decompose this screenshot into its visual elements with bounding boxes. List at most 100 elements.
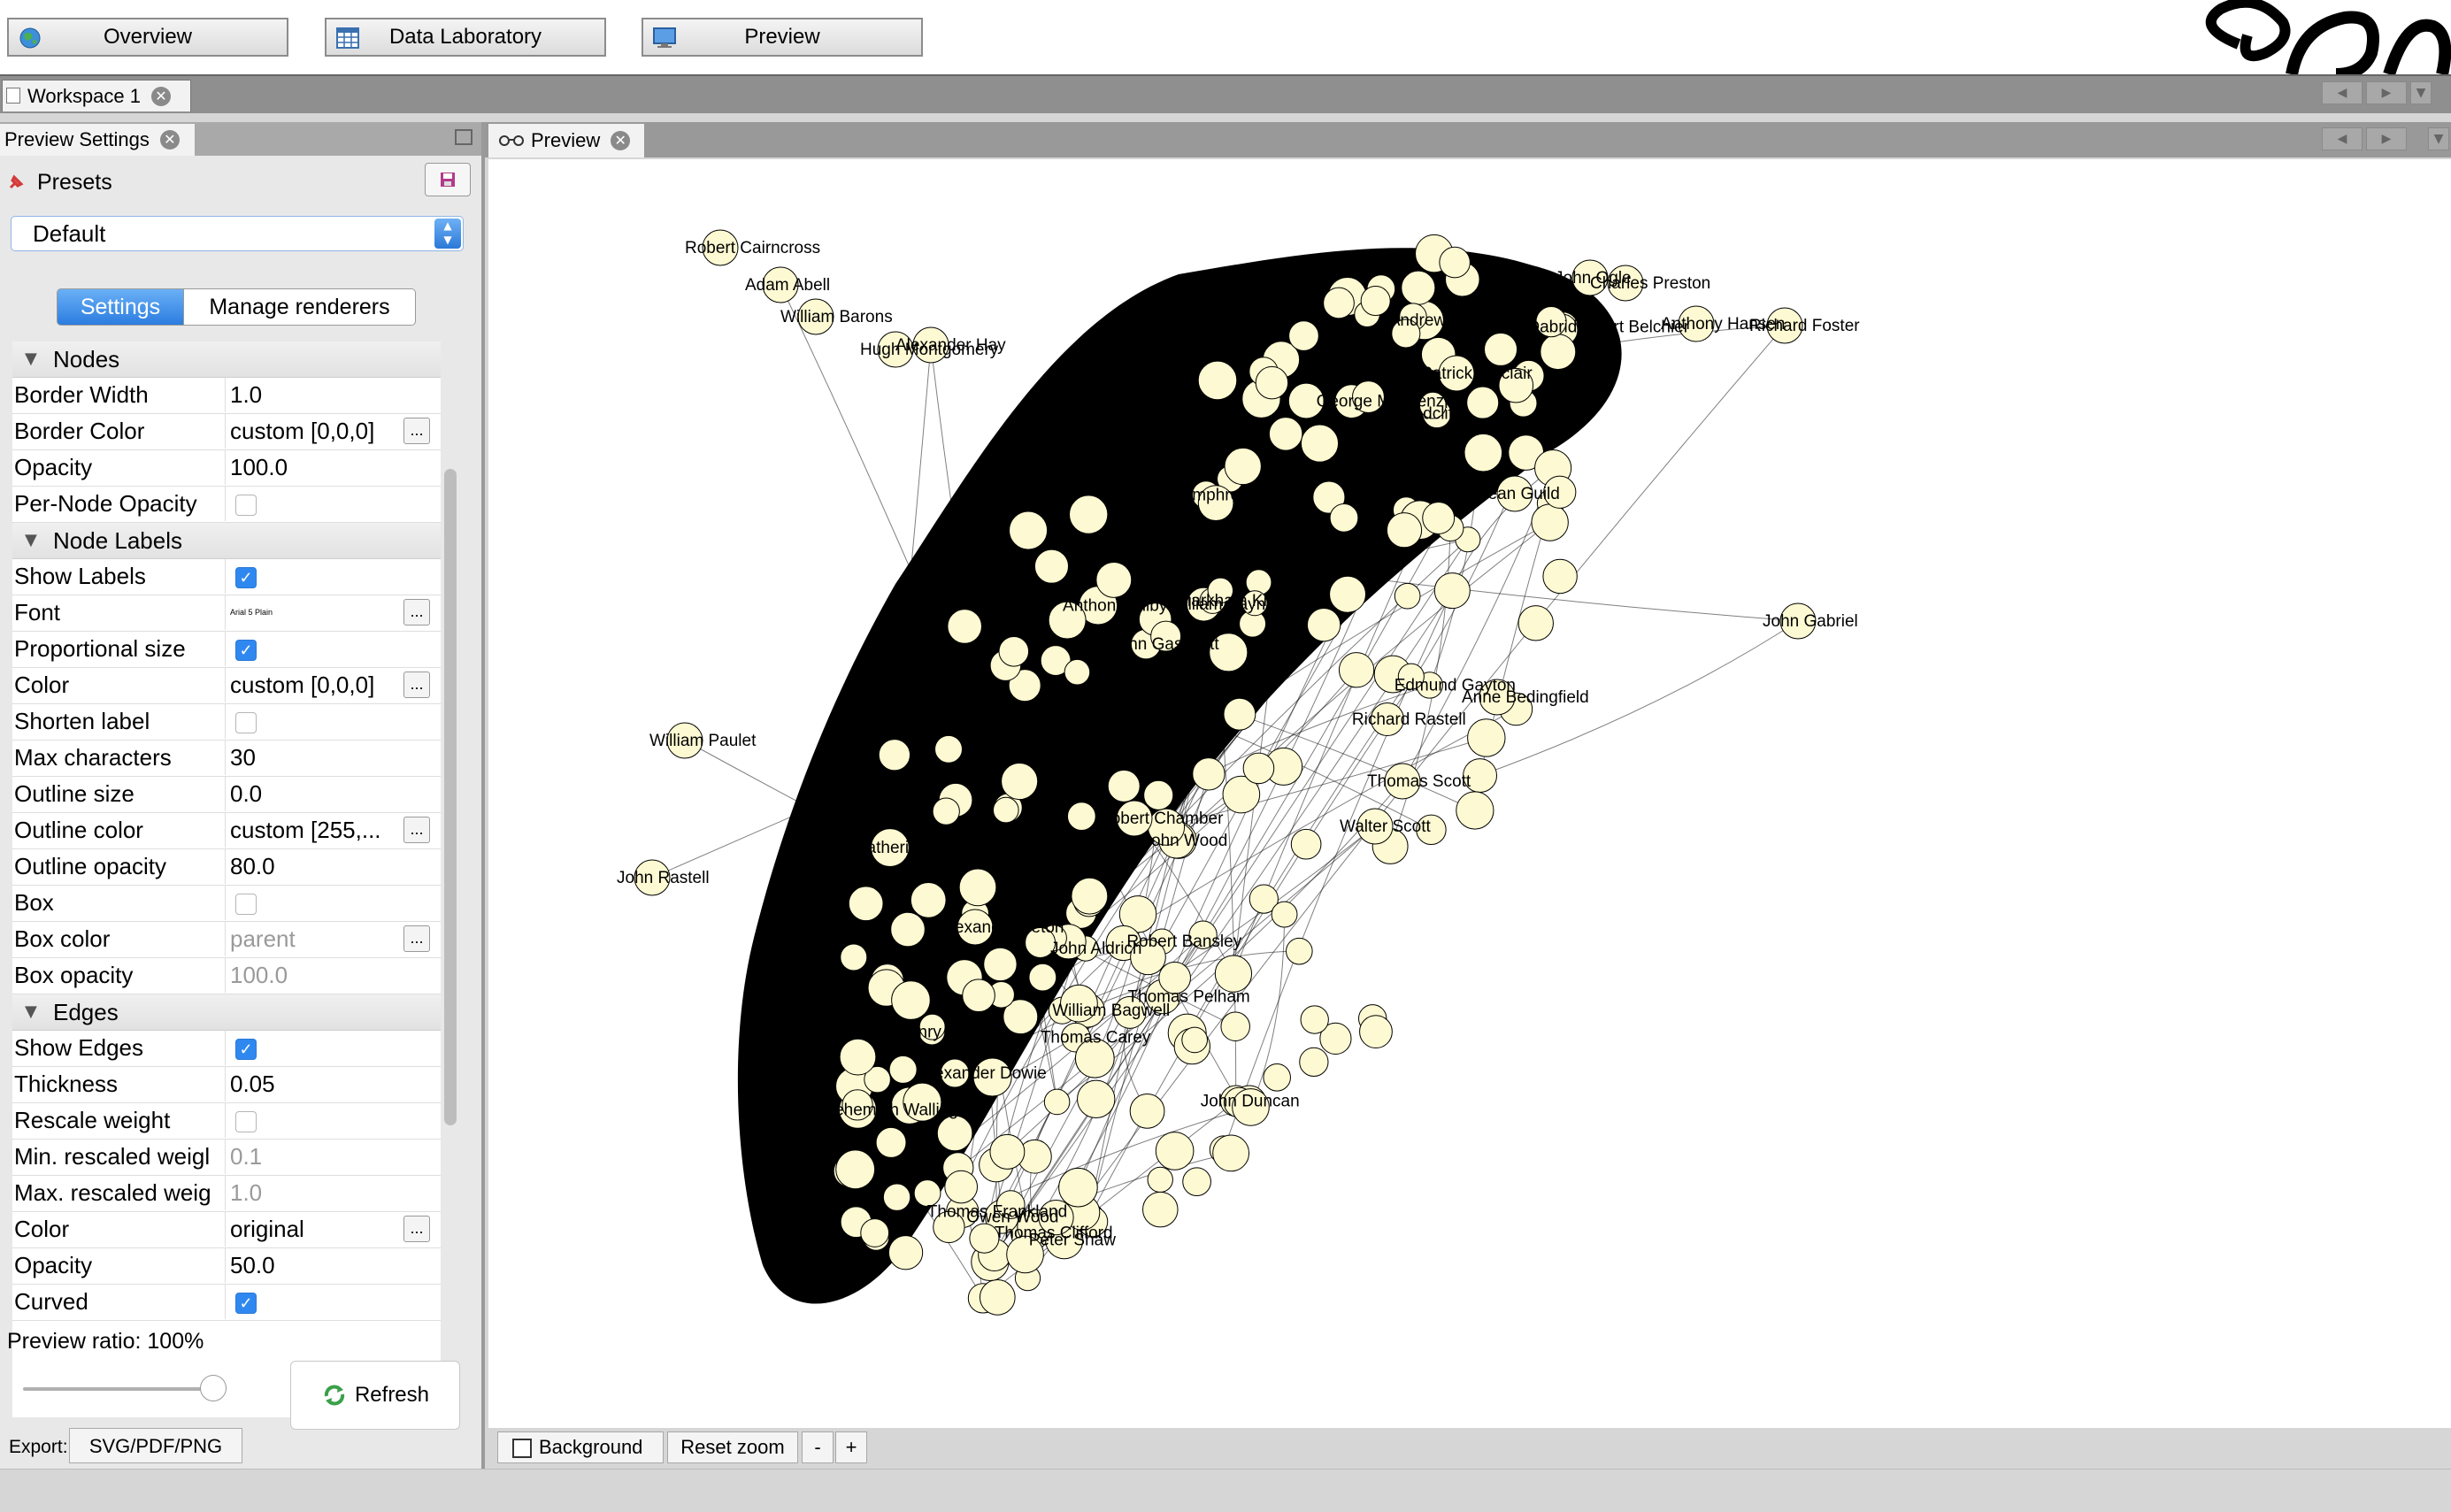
minimize-icon[interactable] — [455, 129, 473, 145]
graph-node[interactable] — [882, 1183, 911, 1211]
graph-node[interactable] — [1484, 332, 1518, 366]
collapse-triangle-icon[interactable]: ▼ — [25, 994, 37, 1030]
graph-node[interactable] — [888, 1055, 918, 1084]
prop-value-input[interactable]: custom [0,0,0] — [230, 668, 416, 702]
graph-node[interactable] — [1095, 561, 1133, 598]
prop-value-input[interactable]: 1.0 — [230, 378, 416, 412]
ellipsis-button[interactable]: ... — [403, 1216, 430, 1242]
graph-node[interactable] — [1306, 608, 1341, 642]
prop-value-input[interactable]: 0.05 — [230, 1067, 416, 1101]
graph-node[interactable] — [1286, 937, 1313, 965]
graph-node[interactable] — [839, 1038, 877, 1076]
dropdown-icon[interactable]: ▼ — [2428, 127, 2449, 150]
graph-node[interactable] — [1263, 1063, 1291, 1092]
graph-node[interactable] — [910, 881, 947, 918]
graph-node[interactable] — [1069, 495, 1109, 534]
tab-manage-renderers[interactable]: Manage renderers — [184, 288, 416, 326]
reset-zoom-button[interactable]: Reset zoom — [667, 1431, 798, 1463]
graph-node[interactable] — [1323, 287, 1355, 319]
ellipsis-button[interactable]: ... — [403, 599, 430, 626]
graph-node[interactable] — [1192, 757, 1226, 791]
scroll-left-icon[interactable]: ◀ — [2322, 127, 2363, 150]
graph-node[interactable] — [1433, 572, 1471, 610]
graph-node[interactable] — [1028, 963, 1057, 992]
prop-value-input[interactable]: 0.0 — [230, 777, 416, 811]
graph-node[interactable] — [1540, 334, 1577, 371]
section-node-labels[interactable]: ▼ Node Labels — [12, 523, 441, 559]
preview-tab[interactable]: Preview ✕ — [488, 124, 644, 157]
show-edges-checkbox[interactable]: ✓ — [235, 1039, 257, 1060]
graph-node[interactable] — [1142, 1191, 1179, 1228]
preview-canvas[interactable]: Robert Cairncross Adam Abell William Baron… — [488, 159, 2451, 1428]
collapse-triangle-icon[interactable]: ▼ — [25, 523, 37, 558]
zoom-in-button[interactable]: + — [835, 1431, 867, 1463]
graph-node[interactable] — [1143, 779, 1174, 810]
graph-node[interactable] — [1009, 510, 1049, 550]
graph-node[interactable] — [1531, 503, 1569, 541]
graph-node[interactable] — [1268, 417, 1303, 451]
graph-node[interactable] — [1129, 1093, 1165, 1129]
graph-node[interactable] — [1467, 718, 1506, 757]
graph-node[interactable] — [1288, 320, 1319, 351]
graph-node[interactable] — [992, 796, 1019, 824]
ellipsis-button[interactable]: ... — [403, 418, 430, 444]
rescale-weight-checkbox[interactable] — [235, 1111, 257, 1132]
graph-node[interactable] — [1422, 502, 1456, 534]
graph-node[interactable] — [1064, 658, 1091, 686]
property-sheet-scrollbar[interactable] — [444, 469, 457, 1125]
graph-node[interactable] — [1214, 955, 1253, 993]
graph-node[interactable] — [1077, 1079, 1116, 1119]
graph-node[interactable] — [1182, 1167, 1211, 1197]
graph-node[interactable] — [1359, 1015, 1393, 1049]
prop-value-input[interactable]: 100.0 — [230, 450, 416, 485]
dropdown-icon[interactable]: ▼ — [2410, 81, 2432, 104]
prop-value-input[interactable]: original — [230, 1212, 416, 1247]
graph-node[interactable] — [936, 1115, 973, 1152]
graph-node[interactable] — [1360, 286, 1391, 317]
graph-node[interactable] — [887, 1235, 924, 1270]
graph-node[interactable] — [983, 947, 1018, 982]
graph-node[interactable] — [989, 1133, 1026, 1170]
graph-node[interactable] — [944, 1170, 979, 1204]
prop-value-input[interactable]: 50.0 — [230, 1248, 416, 1283]
prop-value-input[interactable]: custom [0,0,0] — [230, 414, 416, 449]
section-edges[interactable]: ▼ Edges — [12, 994, 441, 1031]
graph-node[interactable] — [1220, 1011, 1250, 1041]
refresh-button[interactable]: Refresh — [290, 1361, 460, 1430]
workspace-tab[interactable]: Workspace 1 ✕ — [2, 80, 191, 111]
graph-node[interactable] — [962, 979, 995, 1013]
graph-node[interactable] — [860, 1218, 890, 1247]
shorten-label-checkbox[interactable] — [235, 712, 257, 733]
graph-node[interactable] — [1338, 652, 1375, 688]
graph-node[interactable] — [1300, 1005, 1329, 1034]
preview-mode-button[interactable]: Preview — [642, 18, 923, 57]
graph-node[interactable] — [840, 943, 868, 971]
graph-node[interactable] — [1386, 512, 1423, 549]
graph-node[interactable] — [1466, 386, 1500, 419]
preview-ratio-slider[interactable] — [23, 1387, 216, 1391]
scroll-right-icon[interactable]: ▶ — [2366, 81, 2407, 104]
graph-node[interactable] — [947, 609, 982, 644]
graph-node[interactable] — [1181, 1026, 1209, 1054]
graph-node[interactable] — [1299, 1047, 1329, 1078]
graph-node[interactable] — [890, 911, 926, 948]
scroll-right-icon[interactable]: ▶ — [2366, 127, 2407, 150]
prop-value-input[interactable]: 30 — [230, 741, 416, 775]
graph-node[interactable] — [875, 1126, 907, 1158]
ellipsis-button[interactable]: ... — [403, 672, 430, 698]
section-nodes[interactable]: ▼ Nodes — [12, 342, 441, 378]
prop-value-input[interactable]: custom [255,... — [230, 813, 416, 848]
graph-node[interactable] — [1155, 1132, 1195, 1170]
graph-node[interactable] — [1242, 752, 1275, 785]
curved-checkbox[interactable]: ✓ — [235, 1293, 257, 1314]
graph-node[interactable] — [958, 868, 997, 907]
network-graph[interactable]: Robert Cairncross Adam Abell William Baron… — [488, 159, 2451, 1428]
graph-node[interactable] — [1071, 877, 1109, 915]
collapse-triangle-icon[interactable]: ▼ — [25, 342, 37, 377]
scroll-left-icon[interactable]: ◀ — [2322, 81, 2363, 104]
tab-settings[interactable]: Settings — [57, 288, 184, 326]
graph-node[interactable] — [1329, 503, 1359, 533]
graph-node[interactable] — [1439, 246, 1471, 279]
preset-select[interactable]: Default ▲ ▼ — [11, 216, 464, 251]
graph-node[interactable] — [1224, 447, 1262, 486]
